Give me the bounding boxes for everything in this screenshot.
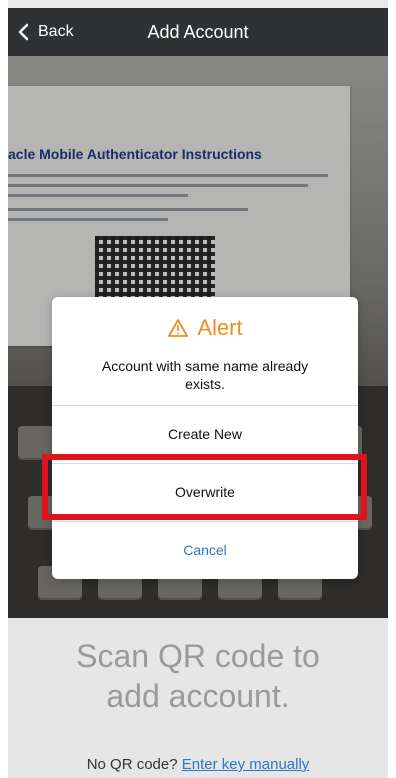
- no-qr-row: No QR code? Enter key manually: [8, 756, 388, 773]
- no-qr-text: No QR code?: [86, 756, 178, 773]
- page-title: Add Account: [147, 21, 249, 42]
- overwrite-button[interactable]: Overwrite: [52, 463, 358, 521]
- alert-title: Alert: [52, 315, 358, 341]
- alert-dialog: Alert Account with same name already exi…: [52, 297, 358, 579]
- scan-instruction: Scan QR code to add account.: [8, 636, 388, 716]
- alert-message: Account with same name already exists.: [101, 358, 309, 392]
- alert-title-text: Alert: [197, 315, 243, 340]
- cancel-button[interactable]: Cancel: [52, 521, 358, 579]
- enter-key-manually-link[interactable]: Enter key manually: [182, 756, 310, 773]
- nav-bar: Back Add Account: [8, 8, 388, 56]
- create-new-button[interactable]: Create New: [52, 405, 358, 463]
- alert-header: Alert Account with same name already exi…: [52, 297, 358, 405]
- scan-line-1: Scan QR code to: [76, 638, 320, 674]
- warning-icon: [168, 319, 189, 337]
- instructions-panel: Scan QR code to add account. No QR code?…: [8, 618, 388, 778]
- scan-line-2: add account.: [106, 678, 290, 714]
- phone-screen: Back Add Account acle Mobile Authenticat…: [8, 0, 388, 778]
